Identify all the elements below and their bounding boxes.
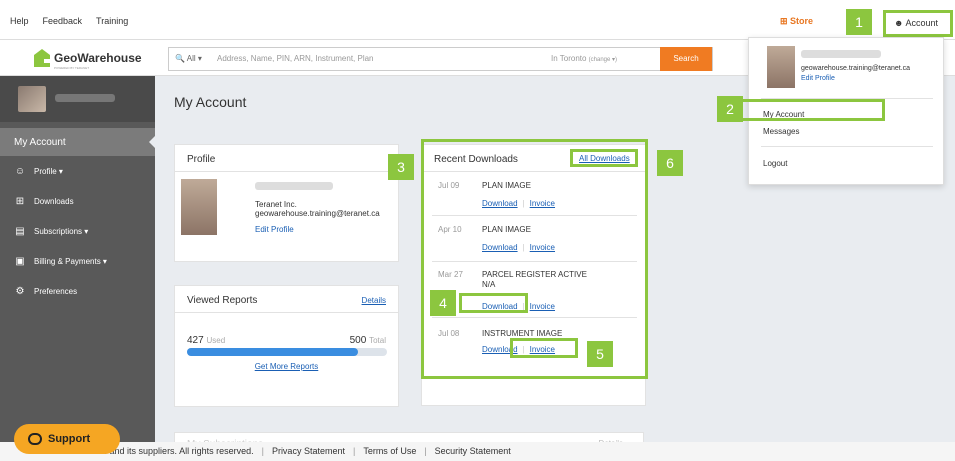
search-input[interactable]: 🔍 All ▾ Address, Name, PIN, ARN, Instrum… — [168, 47, 713, 71]
divider — [175, 171, 398, 172]
dropdown-name-blurred — [801, 50, 881, 58]
terms-link[interactable]: Terms of Use — [363, 446, 416, 456]
sidebar-user-header[interactable] — [0, 76, 155, 122]
my-account-highlight — [740, 99, 885, 121]
menu-item-logout[interactable]: Logout — [763, 159, 787, 168]
sidebar-item-label: My Account — [14, 136, 66, 148]
account-label: Account — [905, 18, 939, 28]
viewed-details-link[interactable]: Details — [362, 296, 386, 305]
store-label: Store — [790, 16, 814, 26]
reports-total-label: Total — [369, 336, 386, 345]
location-change[interactable]: (change ▾) — [589, 57, 617, 63]
dropdown-email: geowarehouse.training@teranet.ca — [801, 65, 911, 72]
reports-used-label: Used — [206, 336, 226, 345]
step-badge-1: 1 — [846, 9, 872, 35]
reports-used: 427 Used — [187, 335, 225, 346]
security-link[interactable]: Security Statement — [435, 446, 511, 456]
user-circle-icon: ☺ — [14, 165, 26, 177]
step-badge-6: 6 — [657, 150, 683, 176]
edit-profile-link[interactable]: Edit Profile — [255, 225, 294, 234]
sidebar-item-label: Subscriptions ▾ — [34, 226, 89, 236]
search-button[interactable]: Search — [660, 47, 712, 71]
sidebar-item-downloads[interactable]: ⊞ Downloads — [0, 186, 155, 216]
profile-organization: Teranet Inc. — [255, 200, 297, 209]
profile-email: geowarehouse.training@teranet.ca — [255, 209, 380, 218]
subscriptions-icon: ▤ — [15, 225, 25, 237]
location-select[interactable]: In Toronto (change ▾) — [551, 54, 617, 63]
step-badge-3: 3 — [388, 154, 414, 180]
invoice-link-highlight — [510, 338, 578, 358]
profile-photo — [181, 179, 217, 235]
sidebar-nav: My Account ☺ Profile ▾ ⊞ Downloads ▤ Sub… — [0, 128, 155, 306]
viewed-reports-card: Viewed Reports Details 427 Used 500 Tota… — [174, 285, 399, 407]
logo-text: GeoWarehouse — [54, 51, 142, 65]
sidebar-item-preferences[interactable]: ⚙ Preferences — [0, 276, 155, 306]
support-button[interactable]: Support — [14, 424, 120, 454]
training-link[interactable]: Training — [96, 16, 128, 26]
chat-bubble-icon — [28, 433, 42, 445]
sidebar-item-label: Preferences — [34, 286, 78, 296]
feedback-link[interactable]: Feedback — [43, 16, 83, 26]
sidebar-item-profile[interactable]: ☺ Profile ▾ — [0, 156, 155, 186]
profile-heading: Profile — [187, 154, 216, 165]
step-badge-4: 4 — [430, 290, 456, 316]
scope-label: All ▾ — [186, 54, 202, 63]
sidebar-item-subscriptions[interactable]: ▤ Subscriptions ▾ — [0, 216, 155, 246]
store-link[interactable]: ⊞ Store — [780, 16, 813, 27]
profile-name-blurred — [255, 182, 333, 190]
step-badge-2: 2 — [717, 96, 743, 122]
reports-progress-bar — [187, 348, 387, 356]
sidebar-item-my-account[interactable]: My Account — [0, 128, 155, 156]
step-badge-5: 5 — [587, 341, 613, 367]
sidebar-item-label: Profile ▾ — [34, 166, 63, 176]
menu-item-messages[interactable]: Messages — [763, 127, 799, 136]
viewed-reports-heading: Viewed Reports — [187, 295, 258, 306]
account-button[interactable]: ☻ Account — [883, 10, 953, 37]
dropdown-edit-profile-link[interactable]: Edit Profile — [801, 75, 835, 82]
reports-total-value: 500 — [349, 335, 367, 346]
reports-total: 500 Total — [350, 335, 386, 346]
profile-card: Profile Teranet Inc. geowarehouse.traini… — [174, 144, 399, 262]
search-placeholder: Address, Name, PIN, ARN, Instrument, Pla… — [217, 54, 374, 63]
user-name-blurred — [55, 94, 115, 102]
sidebar: My Account ☺ Profile ▾ ⊞ Downloads ▤ Sub… — [0, 76, 155, 461]
separator: | — [261, 446, 264, 456]
separator: | — [352, 446, 356, 456]
dropdown-avatar — [767, 46, 795, 88]
card-icon: ▣ — [15, 255, 25, 267]
gear-icon: ⚙ — [15, 285, 25, 297]
geowarehouse-logo[interactable]: GeoWarehouse POWERED BY TERANET — [30, 47, 158, 71]
divider — [761, 146, 933, 147]
sidebar-item-label: Downloads — [34, 196, 74, 206]
get-more-reports-link[interactable]: Get More Reports — [175, 362, 398, 371]
sidebar-item-billing[interactable]: ▣ Billing & Payments ▾ — [0, 246, 155, 276]
search-scope-select[interactable]: 🔍 All ▾ — [175, 54, 202, 63]
divider — [175, 312, 398, 313]
support-label: Support — [48, 433, 91, 445]
location-label: In Toronto — [551, 54, 587, 63]
privacy-link[interactable]: Privacy Statement — [272, 446, 345, 456]
user-icon: ☻ — [894, 18, 904, 28]
logo-subtext: POWERED BY TERANET — [54, 66, 89, 70]
footer: Teranet Inc. and its suppliers. All righ… — [0, 442, 955, 461]
top-links: Help Feedback Training — [10, 16, 128, 26]
help-link[interactable]: Help — [10, 16, 29, 26]
page-title: My Account — [174, 94, 247, 110]
top-bar: Help Feedback Training ⊞ Store 0) ☻ Acco… — [0, 0, 955, 40]
sidebar-item-label: Billing & Payments ▾ — [34, 256, 107, 266]
avatar — [18, 86, 46, 112]
download-icon: ⊞ — [15, 195, 25, 207]
reports-progress-fill — [187, 348, 358, 356]
download-link-highlight — [459, 293, 528, 313]
reports-used-value: 427 — [187, 335, 204, 346]
footer-text: Teranet Inc. and its suppliers. All righ… — [60, 446, 511, 456]
separator: | — [424, 446, 427, 456]
